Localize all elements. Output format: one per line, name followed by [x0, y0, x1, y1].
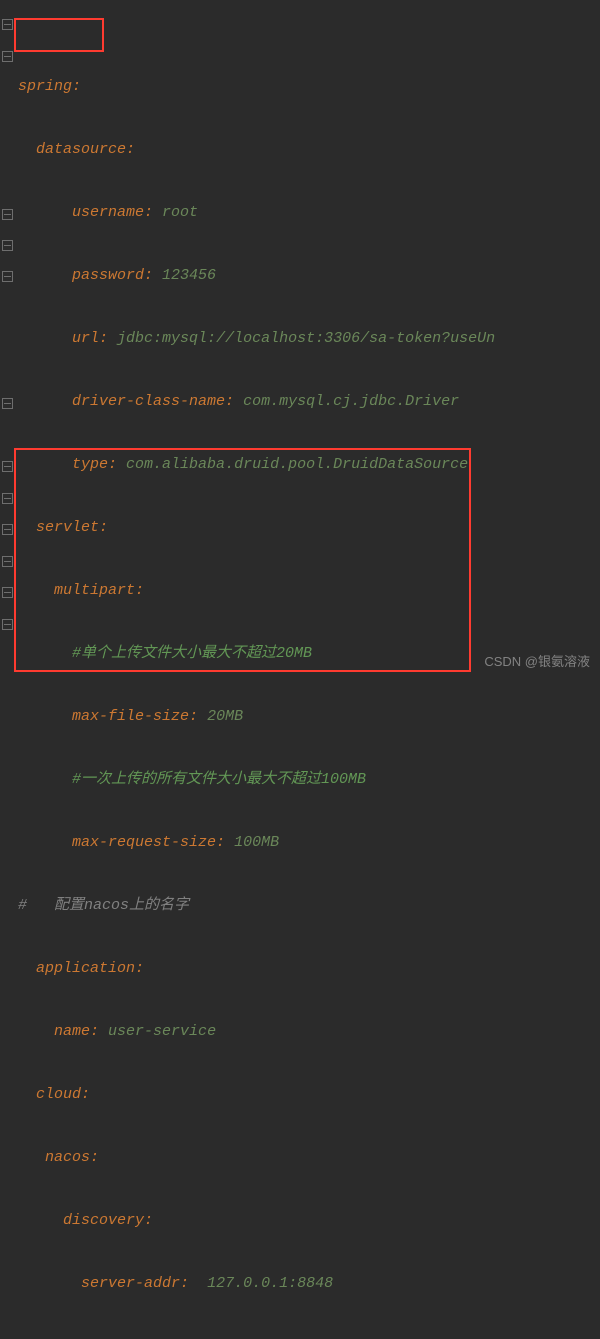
yaml-key: discovery	[63, 1212, 144, 1229]
yaml-key: nacos	[45, 1149, 90, 1166]
yaml-key: datasource	[36, 141, 126, 158]
fold-icon[interactable]	[2, 19, 13, 30]
yaml-key: multipart	[54, 582, 135, 599]
code-line: application:	[18, 953, 600, 985]
code-line: datasource:	[18, 134, 600, 166]
code-line: multipart:	[18, 575, 600, 607]
yaml-key: name	[54, 1023, 90, 1040]
yaml-key: servlet	[36, 519, 99, 536]
fold-icon[interactable]	[2, 556, 13, 567]
yaml-key: password	[72, 267, 144, 284]
yaml-key: max-request-size	[72, 834, 216, 851]
fold-icon[interactable]	[2, 587, 13, 598]
yaml-value: user-service	[108, 1023, 216, 1040]
yaml-key: spring	[18, 78, 72, 95]
code-line: username: root	[18, 197, 600, 229]
fold-icon[interactable]	[2, 524, 13, 535]
fold-icon[interactable]	[2, 240, 13, 251]
yaml-key: application	[36, 960, 135, 977]
fold-close-icon[interactable]	[2, 619, 13, 630]
fold-close-icon[interactable]	[2, 493, 13, 504]
yaml-key: driver-class-name	[72, 393, 225, 410]
yaml-comment: #单个上传文件大小最大不超过20MB	[72, 645, 312, 662]
code-line: spring:	[18, 71, 600, 103]
code-line: discovery:	[18, 1205, 600, 1237]
code-line: # 配置nacos上的名字	[18, 890, 600, 922]
yaml-value: 123456	[162, 267, 216, 284]
yaml-key: type	[72, 456, 108, 473]
code-line: server-addr: 127.0.0.1:8848	[18, 1268, 600, 1300]
code-line: nacos:	[18, 1142, 600, 1174]
yaml-key: server-addr	[81, 1275, 180, 1292]
yaml-value: com.mysql.cj.jdbc.Driver	[243, 393, 459, 410]
fold-icon[interactable]	[2, 461, 13, 472]
fold-icon[interactable]	[2, 51, 13, 62]
yaml-value: 100MB	[234, 834, 279, 851]
code-line: max-request-size: 100MB	[18, 827, 600, 859]
fold-icon[interactable]	[2, 271, 13, 282]
yaml-comment: #一次上传的所有文件大小最大不超过100MB	[72, 771, 366, 788]
yaml-key: username	[72, 204, 144, 221]
fold-close-icon[interactable]	[2, 398, 13, 409]
code-line: driver-class-name: com.mysql.cj.jdbc.Dri…	[18, 386, 600, 418]
code-line: url: jdbc:mysql://localhost:3306/sa-toke…	[18, 323, 600, 355]
yaml-value: com.alibaba.druid.pool.DruidDataSource	[126, 456, 468, 473]
code-line: name: user-service	[18, 1016, 600, 1048]
code-line: type: com.alibaba.druid.pool.DruidDataSo…	[18, 449, 600, 481]
yaml-comment: # 配置nacos上的名字	[18, 897, 189, 914]
yaml-value: jdbc:mysql://localhost:3306/sa-token?use…	[117, 330, 495, 347]
yaml-value: 127.0.0.1:8848	[207, 1275, 333, 1292]
fold-gutter	[0, 8, 14, 418]
yaml-value: root	[162, 204, 198, 221]
yaml-value: 20MB	[207, 708, 243, 725]
yaml-key: max-file-size	[72, 708, 189, 725]
code-line: servlet:	[18, 512, 600, 544]
yaml-key: url	[72, 330, 99, 347]
yaml-key: cloud	[36, 1086, 81, 1103]
fold-close-icon[interactable]	[2, 209, 13, 220]
code-line: max-file-size: 20MB	[18, 701, 600, 733]
code-line: cloud:	[18, 1079, 600, 1111]
watermark: CSDN @银氨溶液	[484, 648, 590, 675]
code-line: #一次上传的所有文件大小最大不超过100MB	[18, 764, 600, 796]
code-line: password: 123456	[18, 260, 600, 292]
